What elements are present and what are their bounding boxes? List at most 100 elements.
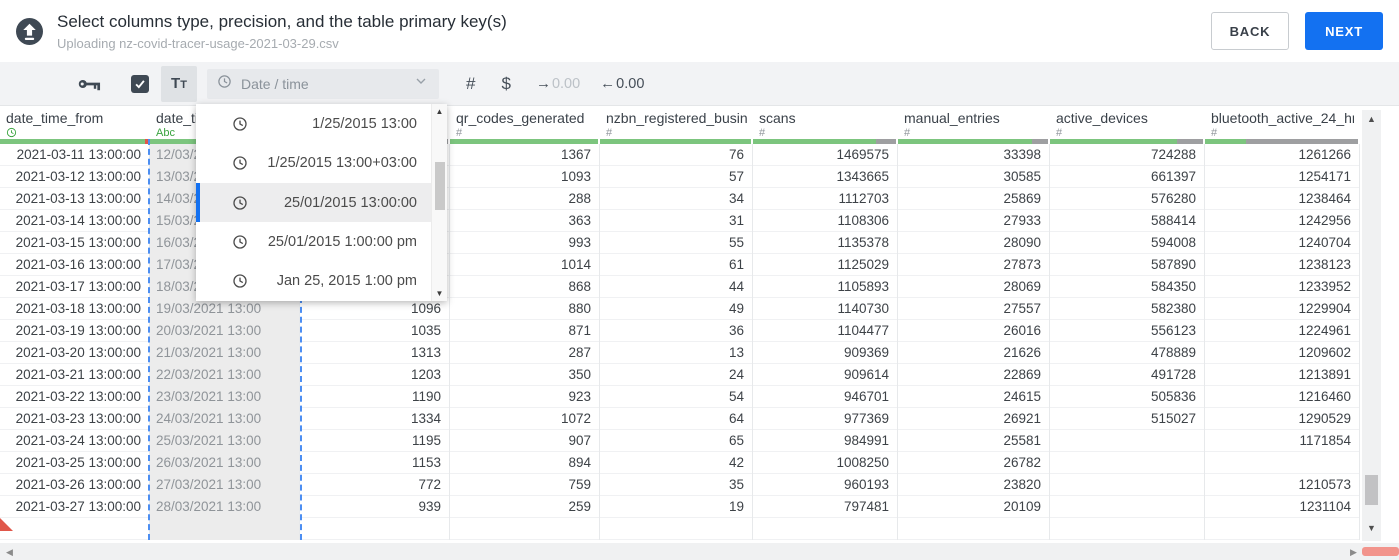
table-cell[interactable]: 350 [450,364,600,386]
table-cell[interactable]: 19/03/2021 13:00 [150,298,300,320]
table-cell[interactable] [300,518,450,540]
table-cell[interactable] [150,518,300,540]
table-cell[interactable]: 55 [600,232,753,254]
scroll-left-arrow-icon[interactable]: ◀ [6,547,13,558]
table-cell[interactable]: 909369 [753,342,898,364]
table-cell[interactable]: 582380 [1050,298,1205,320]
table-cell[interactable]: 49 [600,298,753,320]
table-cell[interactable]: 1261266 [1205,144,1360,166]
table-cell[interactable]: 44 [600,276,753,298]
table-cell[interactable]: 907 [450,430,600,452]
table-cell[interactable]: 2021-03-23 13:00:00 [0,408,150,430]
table-cell[interactable]: 478889 [1050,342,1205,364]
table-cell[interactable]: 1171854 [1205,430,1360,452]
table-cell[interactable] [600,518,753,540]
table-cell[interactable]: 25581 [898,430,1050,452]
table-cell[interactable] [1050,452,1205,474]
table-cell[interactable]: 1216460 [1205,386,1360,408]
table-cell[interactable]: 23820 [898,474,1050,496]
table-cell[interactable]: 31 [600,210,753,232]
table-cell[interactable]: 1231104 [1205,496,1360,518]
table-cell[interactable]: 27873 [898,254,1050,276]
table-cell[interactable] [1050,518,1205,540]
increase-decimals-button[interactable]: → 0.00 [536,75,580,92]
table-cell[interactable]: 26/03/2021 13:00 [150,452,300,474]
table-cell[interactable]: 20109 [898,496,1050,518]
table-cell[interactable]: 23/03/2021 13:00 [150,386,300,408]
vertical-scrollbar[interactable]: ▲ ▼ [1362,110,1381,541]
table-cell[interactable]: 1242956 [1205,210,1360,232]
table-cell[interactable] [1205,452,1360,474]
table-cell[interactable]: 505836 [1050,386,1205,408]
table-cell[interactable]: 24 [600,364,753,386]
dropdown-scrollbar-thumb[interactable] [435,162,445,210]
table-cell[interactable]: 76 [600,144,753,166]
table-cell[interactable] [1050,474,1205,496]
datetime-format-select[interactable]: Date / time [207,68,439,99]
scroll-down-arrow-icon[interactable]: ▼ [1362,523,1381,533]
table-cell[interactable]: 27/03/2021 13:00 [150,474,300,496]
table-cell[interactable]: 946701 [753,386,898,408]
table-cell[interactable]: 993 [450,232,600,254]
vertical-scrollbar-thumb[interactable] [1365,475,1378,505]
table-cell[interactable]: 1290529 [1205,408,1360,430]
dropdown-scrollbar[interactable]: ▲ ▼ [431,104,447,301]
table-cell[interactable]: 288 [450,188,600,210]
table-cell[interactable]: 491728 [1050,364,1205,386]
table-cell[interactable]: 25869 [898,188,1050,210]
next-button[interactable]: NEXT [1305,12,1383,50]
table-cell[interactable]: 2021-03-22 13:00:00 [0,386,150,408]
table-cell[interactable]: 515027 [1050,408,1205,430]
table-cell[interactable] [1205,518,1360,540]
table-cell[interactable]: 28090 [898,232,1050,254]
table-cell[interactable] [0,518,150,540]
table-cell[interactable]: 1014 [450,254,600,276]
table-cell[interactable]: 576280 [1050,188,1205,210]
table-cell[interactable]: 1035 [300,320,450,342]
table-cell[interactable]: 2021-03-27 13:00:00 [0,496,150,518]
table-cell[interactable]: 909614 [753,364,898,386]
table-cell[interactable]: 30585 [898,166,1050,188]
table-cell[interactable]: 2021-03-19 13:00:00 [0,320,150,342]
table-cell[interactable]: 2021-03-17 13:00:00 [0,276,150,298]
column-header[interactable]: active_devices # [1050,106,1205,144]
column-header[interactable]: nzbn_registered_busine # [600,106,753,144]
table-cell[interactable]: 54 [600,386,753,408]
table-cell[interactable]: 1153 [300,452,450,474]
table-cell[interactable]: 1213891 [1205,364,1360,386]
table-cell[interactable]: 2021-03-25 13:00:00 [0,452,150,474]
scroll-right-arrow-icon[interactable]: ▶ [1350,547,1357,558]
table-cell[interactable]: 1469575 [753,144,898,166]
table-cell[interactable]: 64 [600,408,753,430]
column-header[interactable]: bluetooth_active_24_hr_ # [1205,106,1360,144]
table-cell[interactable]: 2021-03-12 13:00:00 [0,166,150,188]
table-cell[interactable]: 868 [450,276,600,298]
table-cell[interactable]: 28/03/2021 13:00 [150,496,300,518]
table-cell[interactable]: 797481 [753,496,898,518]
currency-type-icon[interactable]: $ [501,74,510,94]
table-cell[interactable]: 27933 [898,210,1050,232]
table-cell[interactable]: 1238123 [1205,254,1360,276]
table-cell[interactable]: 21/03/2021 13:00 [150,342,300,364]
table-cell[interactable]: 2021-03-21 13:00:00 [0,364,150,386]
table-cell[interactable]: 61 [600,254,753,276]
table-cell[interactable]: 2021-03-18 13:00:00 [0,298,150,320]
table-cell[interactable]: 2021-03-24 13:00:00 [0,430,150,452]
table-cell[interactable]: 584350 [1050,276,1205,298]
table-cell[interactable]: 1313 [300,342,450,364]
table-cell[interactable]: 1254171 [1205,166,1360,188]
scroll-up-arrow-icon[interactable]: ▲ [1362,114,1381,124]
table-cell[interactable]: 1334 [300,408,450,430]
table-cell[interactable]: 923 [450,386,600,408]
table-cell[interactable]: 1209602 [1205,342,1360,364]
dropdown-option[interactable]: 1/25/2015 13:00 [196,104,447,143]
table-cell[interactable]: 939 [300,496,450,518]
table-cell[interactable]: 25/03/2021 13:00 [150,430,300,452]
table-cell[interactable] [753,518,898,540]
table-cell[interactable]: 19 [600,496,753,518]
table-cell[interactable]: 1343665 [753,166,898,188]
table-cell[interactable]: 1233952 [1205,276,1360,298]
scroll-up-arrow-icon[interactable]: ▲ [432,107,447,116]
table-cell[interactable]: 22869 [898,364,1050,386]
horizontal-scrollbar[interactable]: ◀ ▶ [0,543,1399,560]
